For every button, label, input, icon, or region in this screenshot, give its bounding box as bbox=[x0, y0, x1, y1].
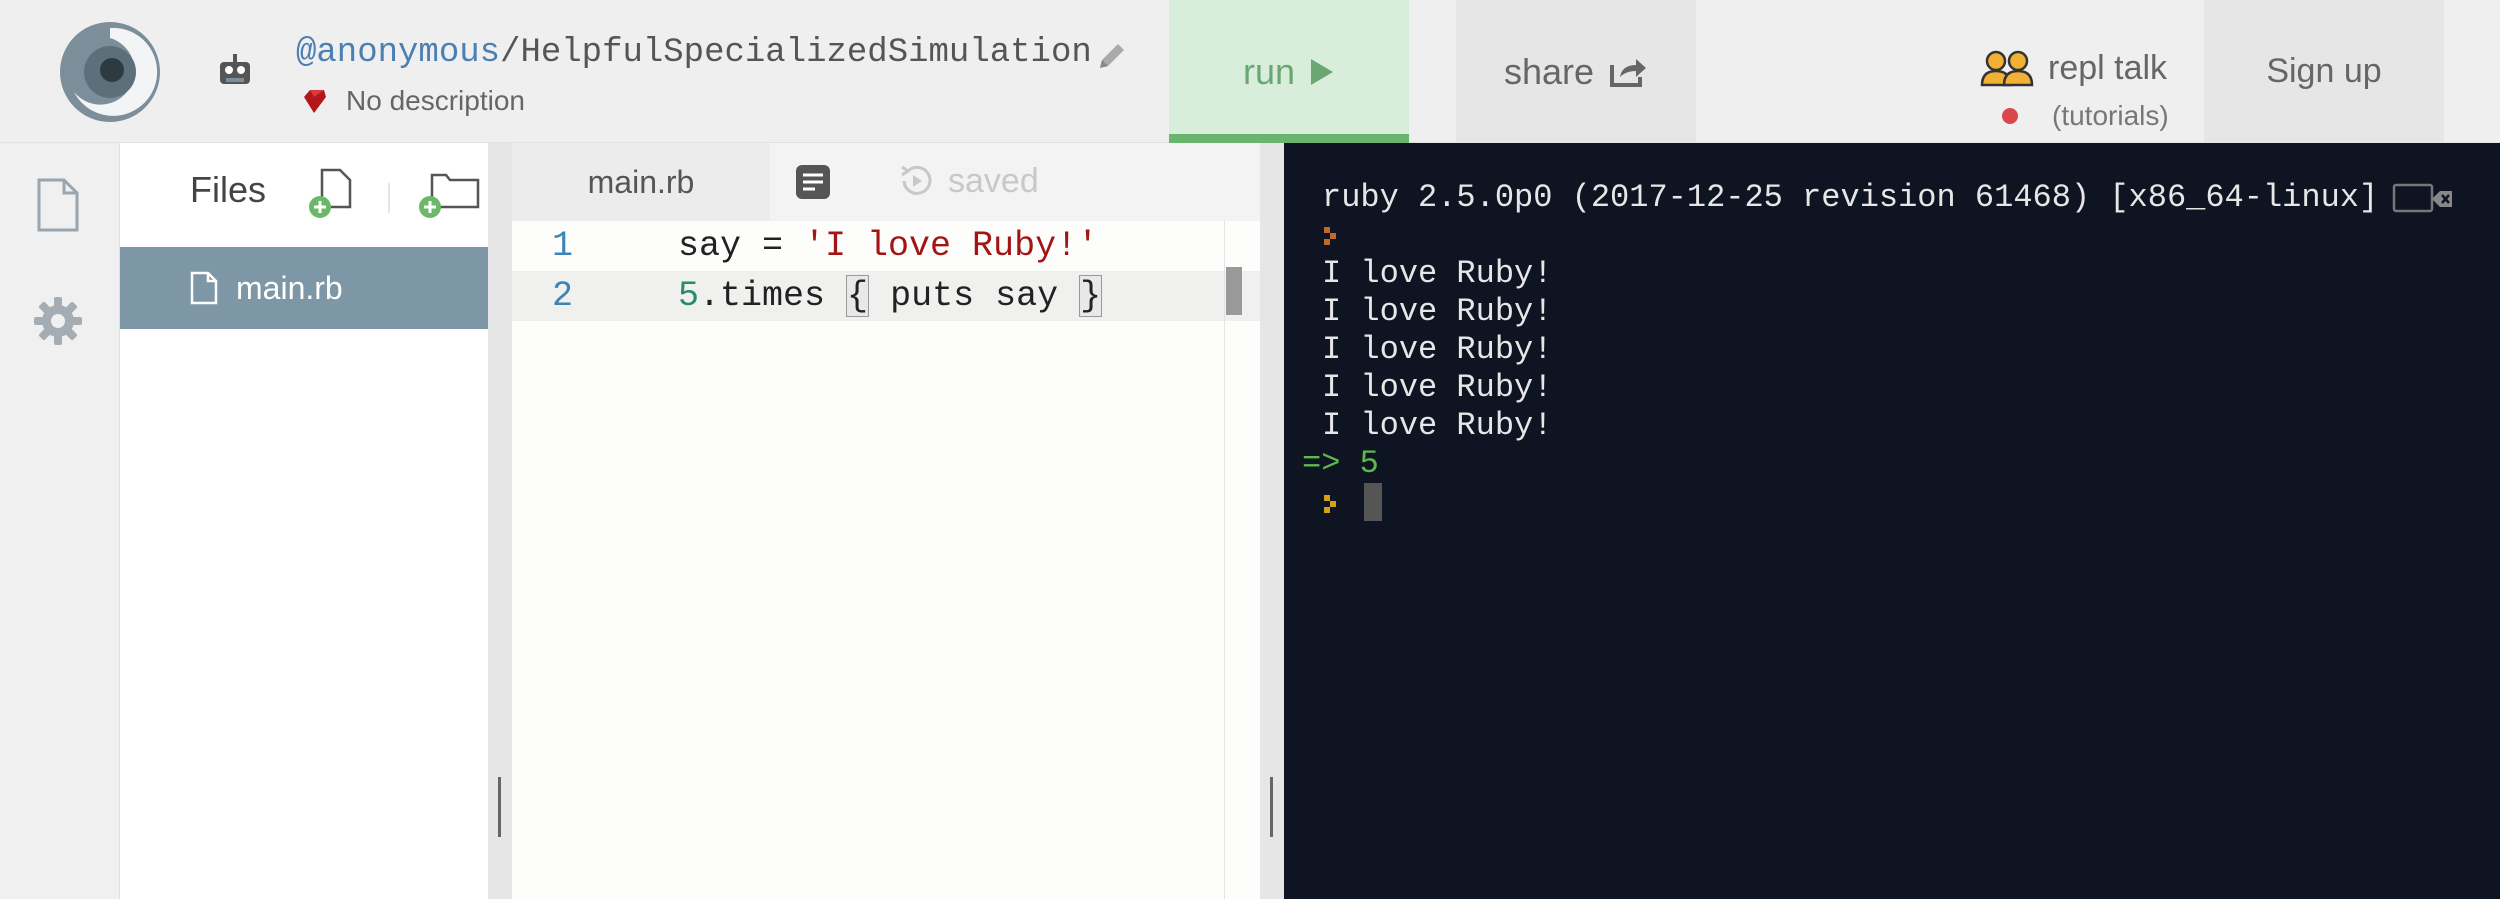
play-icon bbox=[1311, 58, 1334, 85]
repl-talk-link[interactable]: repl talk bbox=[1980, 48, 2167, 88]
code-number: 5 bbox=[678, 276, 700, 316]
code-token: .times bbox=[699, 276, 847, 316]
matched-brace: } bbox=[1079, 275, 1103, 317]
console-return-value: => 5 bbox=[1302, 445, 1379, 482]
top-header: @anonymous/HelpfulSpecializedSimulation … bbox=[0, 0, 2500, 143]
line-number: 2 bbox=[552, 276, 574, 316]
notification-dot bbox=[2002, 108, 2018, 124]
console-output-line: I love Ruby! bbox=[1322, 369, 1553, 406]
console-panel[interactable]: ruby 2.5.0p0 (2017-12-25 revision 61468)… bbox=[1284, 143, 2500, 899]
console-output-line: I love Ruby! bbox=[1322, 407, 1553, 444]
format-icon[interactable] bbox=[794, 163, 832, 201]
description-text: No description bbox=[346, 85, 525, 116]
panel-splitter[interactable] bbox=[1260, 143, 1284, 899]
replit-logo[interactable] bbox=[58, 20, 162, 124]
pencil-icon[interactable] bbox=[1094, 38, 1130, 74]
editor-scrollbar-track[interactable] bbox=[1224, 221, 1225, 899]
add-folder-icon[interactable] bbox=[418, 167, 480, 219]
console-input-cursor[interactable] bbox=[1364, 483, 1382, 521]
editor-scrollbar-thumb[interactable] bbox=[1226, 267, 1242, 315]
file-icon bbox=[190, 271, 218, 305]
prompt-icon bbox=[1324, 227, 1336, 245]
splitter-grip[interactable] bbox=[1270, 777, 1273, 837]
tab-main-rb[interactable]: main.rb bbox=[512, 143, 770, 221]
prompt-icon bbox=[1324, 495, 1336, 513]
repl-talk-label: repl talk bbox=[2048, 48, 2168, 87]
repl-description[interactable]: No description bbox=[300, 84, 525, 118]
files-title: Files bbox=[190, 169, 267, 210]
file-item-label: main.rb bbox=[236, 269, 343, 306]
code-token: puts say bbox=[869, 276, 1080, 316]
saved-history-icon bbox=[901, 165, 932, 195]
console-output-line: I love Ruby! bbox=[1322, 255, 1553, 292]
matched-brace: { bbox=[846, 275, 870, 317]
people-icon bbox=[1980, 50, 2034, 87]
panel-splitter[interactable] bbox=[488, 143, 512, 899]
code-line-active[interactable]: 2 5.times { puts say } bbox=[512, 271, 1260, 321]
files-panel: Files main.rb bbox=[120, 143, 488, 899]
code-area[interactable]: 1 say = 'I love Ruby!' 2 5.times { puts … bbox=[512, 221, 1260, 899]
repl-title[interactable]: @anonymous/HelpfulSpecializedSimulation bbox=[296, 34, 1092, 72]
path-separator: / bbox=[500, 34, 521, 72]
repl-owner[interactable]: @anonymous bbox=[296, 34, 500, 72]
repl-name[interactable]: HelpfulSpecializedSimulation bbox=[520, 34, 1091, 72]
ruby-gem-icon bbox=[304, 90, 326, 113]
code-string: 'I love Ruby!' bbox=[804, 226, 1099, 266]
share-button[interactable]: share bbox=[1456, 0, 1696, 143]
sign-up-button[interactable]: Sign up bbox=[2204, 0, 2444, 143]
share-label: share bbox=[1503, 50, 1595, 92]
file-icon[interactable] bbox=[36, 177, 80, 233]
splitter-grip[interactable] bbox=[498, 777, 501, 837]
code-text: say = 'I love Ruby!' bbox=[678, 226, 1098, 266]
run-button[interactable]: run bbox=[1169, 0, 1409, 143]
console-output-line: I love Ruby! bbox=[1322, 331, 1553, 368]
gear-icon[interactable] bbox=[32, 295, 84, 347]
console-header: ruby 2.5.0p0 (2017-12-25 revision 61468)… bbox=[1322, 179, 2379, 216]
tutorials-link[interactable]: (tutorials) bbox=[2052, 100, 2169, 132]
run-label: run bbox=[1242, 50, 1296, 92]
code-line[interactable]: 1 say = 'I love Ruby!' bbox=[512, 221, 1260, 271]
left-sidebar bbox=[0, 143, 120, 899]
save-status: saved bbox=[896, 161, 1039, 201]
code-editor: main.rb saved 1 say = 'I love Ruby!' 2 5… bbox=[512, 143, 1260, 899]
console-output-line: I love Ruby! bbox=[1322, 293, 1553, 330]
share-icon bbox=[1610, 58, 1647, 87]
saved-label: saved bbox=[948, 161, 1039, 200]
toolbar-divider bbox=[388, 183, 390, 213]
run-accent-bar bbox=[1169, 134, 1409, 143]
user-avatar[interactable] bbox=[212, 48, 258, 94]
code-text: 5.times { puts say } bbox=[678, 275, 1103, 317]
editor-tab-bar: main.rb saved bbox=[512, 143, 1260, 221]
file-item-main-rb[interactable]: main.rb bbox=[120, 247, 488, 329]
add-file-icon[interactable] bbox=[308, 167, 352, 219]
code-token: say = bbox=[678, 226, 805, 266]
line-number: 1 bbox=[552, 226, 574, 266]
clear-console-icon[interactable] bbox=[2392, 179, 2452, 219]
